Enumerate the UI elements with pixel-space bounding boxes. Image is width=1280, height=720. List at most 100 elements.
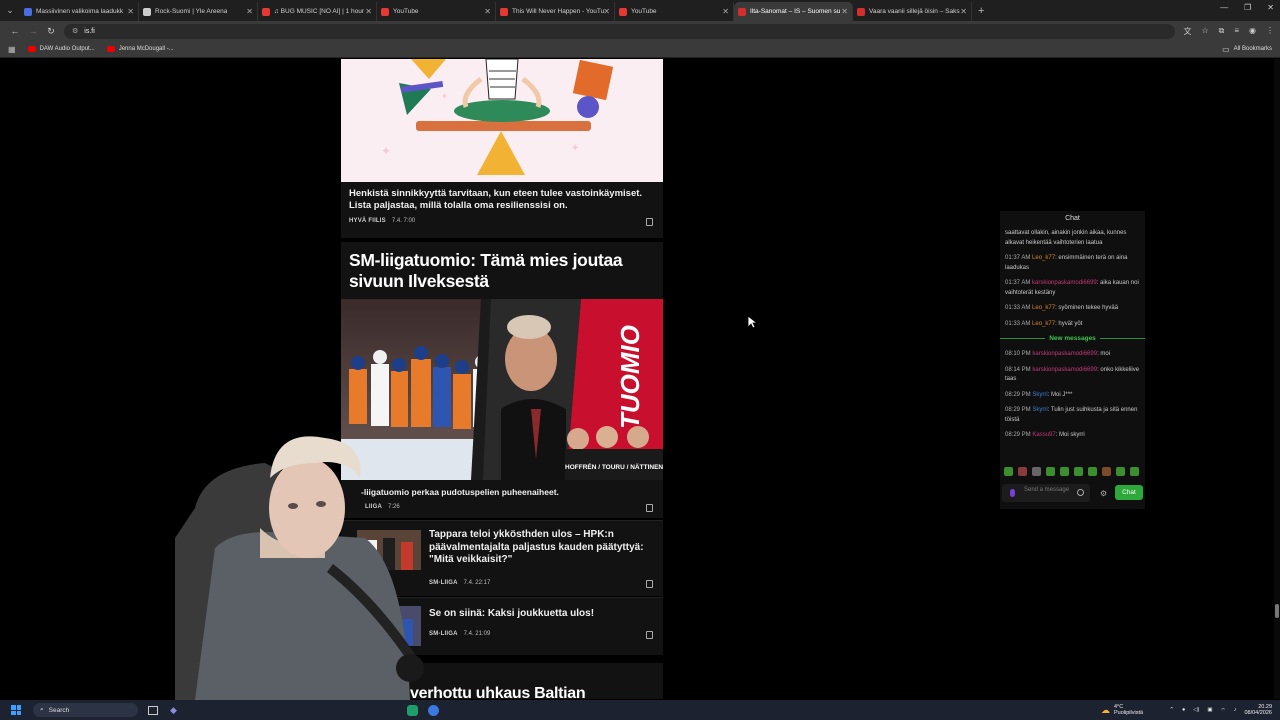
task-view-icon[interactable] [148,705,158,715]
tab-close-icon[interactable]: ✕ [603,7,610,16]
bookmarks-bar: ▦ DAW Audio Output... Jenna McDougall -.… [0,41,1280,58]
minimize-icon[interactable]: — [1220,3,1228,12]
app-icon[interactable] [406,704,418,716]
save-article-icon[interactable] [646,631,653,639]
wellness-article-image[interactable]: ✦ ✦ ✦ [341,59,663,182]
chat-message-input[interactable]: Send a message [1002,484,1090,502]
tab-close-icon[interactable]: ✕ [484,7,491,16]
chat-timestamp: 01:37 AM [1005,280,1031,286]
extensions-icon[interactable]: ⧉ [1219,26,1225,37]
chat-text: : hyvät yöt [1055,320,1083,327]
all-bookmarks[interactable]: ▭ All Bookmarks [1222,45,1272,54]
mic-icon[interactable]: ● [1182,707,1185,713]
tab-close-icon[interactable]: ✕ [127,7,134,16]
browser-tab[interactable]: ♫ BUG MUSIC [NO AI] | 1 hour ✕ [258,2,377,21]
site-info-icon[interactable]: ⚙ [72,27,78,35]
browser-tab[interactable]: Ilta-Sanomat – IS – Suomen su ✕ [734,2,853,21]
tab-close-icon[interactable]: ✕ [841,7,848,16]
emote-icon[interactable] [1046,467,1055,476]
chat-message: 08:10 PM karskionpaskamodi6699: moi [1000,350,1145,360]
chat-settings-icon[interactable]: ⚙ [1100,489,1107,498]
emote-icon[interactable] [1130,467,1139,476]
tappara-title: Tappara teloi ykkösthden ulos – HPK:n pä… [429,529,644,565]
close-window-icon[interactable]: ✕ [1267,3,1274,12]
scrollbar-thumb[interactable] [1275,604,1279,618]
clock-date: 08/04/2026 [1244,710,1272,716]
taskbar-search[interactable]: ⌕ Search [33,703,138,717]
tab-close-icon[interactable]: ✕ [365,7,372,16]
chat-username[interactable]: karskionpaskamodi6699 [1032,351,1097,357]
browser-tab[interactable]: YouTube ✕ [615,2,734,21]
media-icon[interactable]: ≡ [1234,26,1239,37]
tab-close-icon[interactable]: ✕ [722,7,729,16]
tab-search-icon[interactable]: ⌄ [0,0,20,21]
speaker-icon[interactable]: ◁) [1193,707,1199,713]
tab-close-icon[interactable]: ✕ [960,7,967,16]
chat-username[interactable]: Skyrri [1032,407,1047,413]
chat-username[interactable]: Leo_k77 [1032,305,1055,311]
clock[interactable]: 20.29 08/04/2026 [1244,704,1272,717]
back-icon[interactable]: ← [6,26,24,36]
wellness-article-card[interactable]: Henkistä sinnikkyyttä tarvitaan, kun ete… [341,182,663,238]
chat-username[interactable]: karskionpaskamodi6699 [1032,367,1097,373]
emoji-icon[interactable] [1077,489,1084,496]
siina-title: Se on siinä: Kaksi joukkuetta ulos! [429,608,595,619]
chat-username[interactable]: Leo_k77 [1032,321,1055,327]
translate-icon[interactable]: 文 [1183,26,1191,37]
reload-icon[interactable]: ↻ [42,26,60,37]
browser-tab[interactable]: Rock-Suomi | Yle Areena ✕ [139,2,258,21]
maximize-icon[interactable]: ❐ [1244,3,1251,12]
chat-text: : syöminen tekee hyvää [1055,305,1119,311]
liiga-article-header[interactable]: SM-liigatuomio: Tämä mies joutaa sivuun … [341,242,663,299]
network-icon[interactable]: ⌔ [1221,707,1226,714]
browser-tab[interactable]: This Will Never Happen - YouTu ✕ [496,2,615,21]
teams-icon[interactable]: ◆ [170,705,177,716]
menu-icon[interactable]: ⋮ [1266,26,1274,37]
bookmark-label: DAW Audio Output... [39,46,95,52]
address-bar[interactable]: ⚙ is.fi [64,23,1176,39]
bookmark-item[interactable]: Jenna McDougall -... [106,46,174,52]
browser-tab[interactable]: Massiivinen valikoima laadukk ✕ [20,2,139,21]
chat-username[interactable]: karskionpaskamodi6699 [1032,280,1097,286]
chat-timestamp: 08:10 PM [1005,351,1031,357]
emote-icon[interactable] [1060,467,1069,476]
save-article-icon[interactable] [646,504,653,512]
emote-icon[interactable] [1116,467,1125,476]
chat-timestamp: 08:29 PM [1005,407,1031,413]
star-icon[interactable]: ☆ [1201,26,1208,37]
emote-icon[interactable] [1088,467,1097,476]
tray-chevron-icon[interactable]: ⌃ [1169,707,1174,713]
folder-icon: ▭ [1222,44,1230,54]
profile-icon[interactable]: ◉ [1249,26,1256,37]
browser-app-icon[interactable] [427,704,439,716]
chat-username[interactable]: Skyrri [1032,392,1047,398]
browser-tab[interactable]: Vaara vaanii sillejä öisin – Saks ✕ [853,2,972,21]
emote-icon[interactable] [1032,467,1041,476]
save-article-icon[interactable] [646,218,653,226]
tab-close-icon[interactable]: ✕ [246,7,253,16]
chat-text: saattavat ollakin, ainakin jonkin aikaa,… [1005,230,1127,246]
emote-icon[interactable] [1102,467,1111,476]
emote-icon[interactable] [1004,467,1013,476]
emote-icon[interactable] [1074,467,1083,476]
page-scrollbar[interactable] [1274,59,1280,699]
display-icon[interactable]: ▣ [1207,707,1212,713]
chat-username[interactable]: Kassu97 [1032,432,1055,438]
chat-input-placeholder: Send a message [1024,487,1070,493]
forward-icon[interactable]: → [24,26,42,36]
chat-send-button[interactable]: Chat [1115,485,1143,500]
svg-text:✦: ✦ [571,143,579,154]
emote-icon[interactable] [1018,467,1027,476]
liiga-article-title: SM-liigatuomio: Tämä mies joutaa sivuun … [349,250,623,291]
volume-icon[interactable]: ♪ [1234,707,1237,713]
browser-tab[interactable]: YouTube ✕ [377,2,496,21]
image-names-text: HOFFRÉN / TOURU / NÄTTINEN [565,462,663,471]
apps-icon[interactable]: ▦ [8,45,16,54]
windows-start-icon[interactable] [11,705,21,715]
bookmark-item[interactable]: DAW Audio Output... [27,46,95,52]
chat-username[interactable]: Leo_k77 [1032,255,1055,261]
weather-widget[interactable]: ☁ 4°C Puolipilvistä [1101,704,1143,716]
new-tab-icon[interactable]: + [978,5,984,17]
bits-icon[interactable] [1010,489,1015,497]
save-article-icon[interactable] [646,580,653,588]
